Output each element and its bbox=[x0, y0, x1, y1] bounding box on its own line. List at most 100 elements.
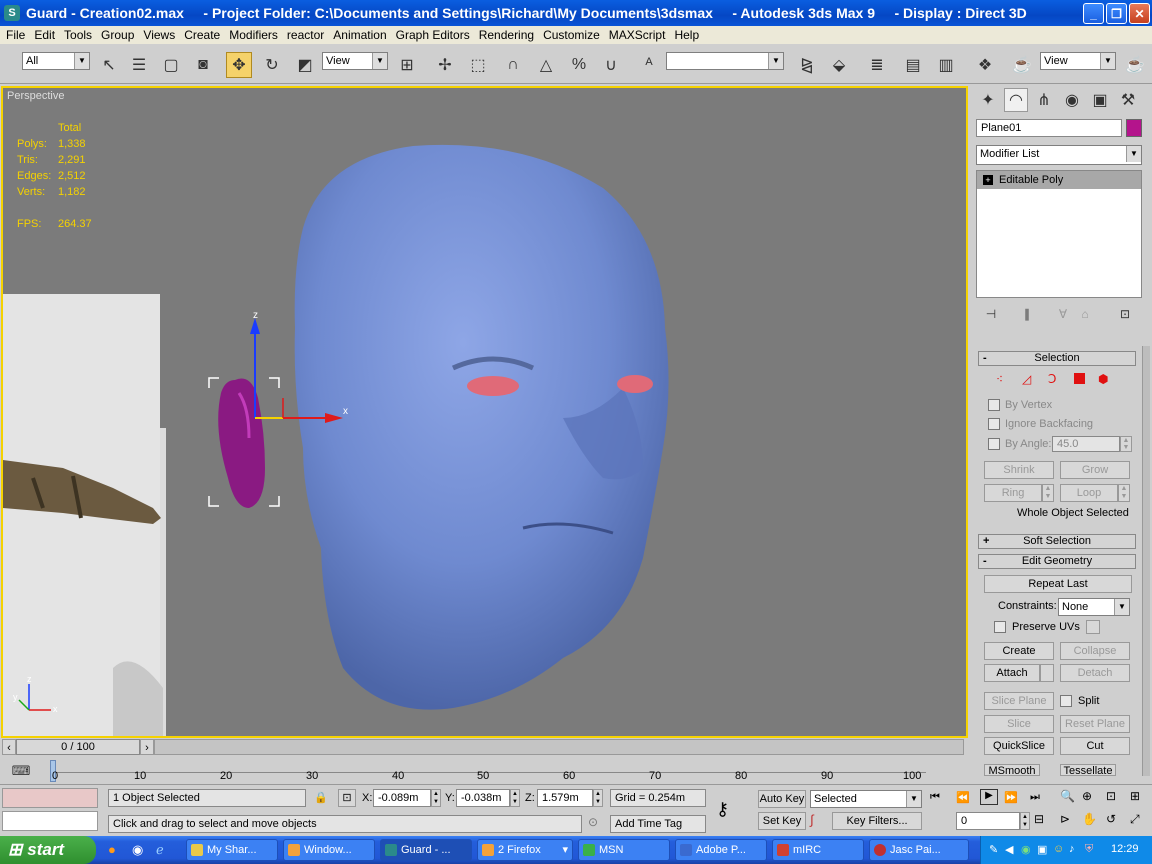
preserve-uvs-settings-button[interactable] bbox=[1086, 620, 1100, 634]
motion-tab-icon[interactable]: ◉ bbox=[1060, 88, 1084, 112]
auto-key-button[interactable]: Auto Key bbox=[758, 790, 806, 808]
pin-stack-icon[interactable]: ⊣ bbox=[980, 304, 1002, 324]
time-slider-thumb[interactable]: 0 / 100 bbox=[16, 739, 140, 755]
menu-animation[interactable]: Animation bbox=[333, 28, 386, 42]
maxscript-input-mini[interactable] bbox=[2, 811, 98, 831]
panel-scrollbar[interactable] bbox=[1142, 346, 1150, 776]
edit-geometry-rollout-header[interactable]: - Edit Geometry bbox=[978, 554, 1136, 569]
modify-tab-icon[interactable]: ◠ bbox=[1004, 88, 1028, 112]
menu-views[interactable]: Views bbox=[143, 28, 175, 42]
task-my-shared[interactable]: My Shar... bbox=[186, 839, 278, 861]
task-jasc-paint[interactable]: Jasc Pai... bbox=[869, 839, 969, 861]
absolute-mode-toggle-icon[interactable]: ⊡ bbox=[338, 789, 356, 807]
menu-edit[interactable]: Edit bbox=[34, 28, 55, 42]
menu-customize[interactable]: Customize bbox=[543, 28, 600, 42]
x-coord-field[interactable]: -0.089m bbox=[373, 789, 431, 807]
ring-spinner-arrows[interactable]: ▲ ▼ bbox=[1042, 484, 1054, 502]
reset-plane-button[interactable]: Reset Plane bbox=[1060, 715, 1130, 733]
select-and-scale-icon[interactable]: ◩ bbox=[292, 52, 318, 78]
zoom-icon[interactable]: 🔍 bbox=[1060, 789, 1075, 803]
edit-named-selection-icon[interactable]: ᴬ bbox=[636, 52, 662, 78]
lock-selection-icon[interactable]: 🔒 bbox=[314, 791, 328, 804]
tessellate-button[interactable]: Tessellate bbox=[1060, 764, 1116, 776]
zoom-extents-all-icon[interactable]: ⊞ bbox=[1130, 789, 1140, 803]
remove-modifier-icon[interactable]: ⌂ bbox=[1074, 304, 1096, 324]
split-checkbox[interactable] bbox=[1060, 695, 1072, 707]
maximize-viewport-icon[interactable]: ⤢ bbox=[1130, 812, 1140, 827]
maximize-button[interactable]: ❐ bbox=[1106, 3, 1127, 24]
spinner-snap-icon[interactable]: ∪ bbox=[598, 52, 624, 78]
y-spinner-arrows[interactable]: ▲ ▼ bbox=[510, 789, 520, 807]
selected-set-dropdown[interactable]: Selected ▼ bbox=[810, 790, 922, 808]
slice-plane-button[interactable]: Slice Plane bbox=[984, 692, 1054, 710]
ie-quicklaunch-icon[interactable]: ℯ bbox=[156, 842, 164, 858]
polygon-subobject-icon[interactable] bbox=[1074, 373, 1085, 384]
minimize-button[interactable]: _ bbox=[1083, 3, 1104, 24]
object-color-swatch[interactable] bbox=[1126, 119, 1142, 137]
collapse-button[interactable]: Collapse bbox=[1060, 642, 1130, 660]
tray-security-icon[interactable]: ⛨ bbox=[1085, 843, 1093, 856]
utilities-tab-icon[interactable]: ⚒ bbox=[1116, 88, 1140, 112]
reference-coordinate-dropdown[interactable]: View ▼ bbox=[322, 52, 388, 70]
select-object-icon[interactable]: ↖ bbox=[96, 52, 122, 78]
loop-spinner-arrows[interactable]: ▲ ▼ bbox=[1118, 484, 1130, 502]
z-coord-field[interactable]: 1.579m bbox=[537, 789, 593, 807]
task-windows[interactable]: Window... bbox=[283, 839, 375, 861]
perspective-viewport[interactable]: Perspective Total Polys: 1,338 Tris: 2,2… bbox=[1, 86, 968, 738]
expand-plus-icon[interactable]: + bbox=[983, 175, 993, 185]
tray-volume-icon[interactable]: ♪ bbox=[1069, 843, 1075, 855]
select-and-move-icon[interactable]: ✥ bbox=[226, 52, 252, 78]
render-scene-icon[interactable]: ☕ bbox=[1009, 52, 1035, 78]
menu-group[interactable]: Group bbox=[101, 28, 134, 42]
reference-plane[interactable] bbox=[3, 294, 166, 736]
task-adobe[interactable]: Adobe P... bbox=[675, 839, 767, 861]
select-manipulate-icon[interactable]: ✢ bbox=[432, 52, 458, 78]
element-subobject-icon[interactable]: ⬢ bbox=[1098, 372, 1108, 386]
snap-toggle-icon[interactable]: ∩ bbox=[500, 52, 526, 78]
named-selection-dropdown[interactable]: ▼ bbox=[666, 52, 784, 70]
x-spinner-arrows[interactable]: ▲ ▼ bbox=[431, 789, 441, 807]
configure-modifier-icon[interactable]: ⊡ bbox=[1114, 304, 1136, 324]
zoom-all-icon[interactable]: ⊕ bbox=[1082, 789, 1092, 803]
attach-button[interactable]: Attach bbox=[984, 664, 1040, 682]
task-msn[interactable]: MSN bbox=[578, 839, 670, 861]
select-by-name-icon[interactable]: ☰ bbox=[126, 52, 152, 78]
z-spinner-arrows[interactable]: ▲ ▼ bbox=[593, 789, 603, 807]
maxscript-listener-mini[interactable] bbox=[2, 788, 98, 808]
go-to-start-icon[interactable]: ⏮ bbox=[930, 791, 940, 804]
tray-arrow-icon[interactable]: ◀ bbox=[1005, 843, 1013, 856]
by-angle-spinner[interactable]: 45.0 bbox=[1052, 436, 1120, 452]
menu-help[interactable]: Help bbox=[674, 28, 699, 42]
pivot-center-icon[interactable]: ⊞ bbox=[394, 52, 420, 78]
border-subobject-icon[interactable]: Ↄ bbox=[1048, 372, 1056, 386]
vertex-subobject-icon[interactable]: ⁖ bbox=[996, 372, 1003, 386]
set-key-button[interactable]: Set Key bbox=[758, 812, 806, 830]
y-coord-field[interactable]: -0.038m bbox=[456, 789, 510, 807]
material-editor-icon[interactable]: ❖ bbox=[972, 52, 998, 78]
time-tag-icon[interactable]: ⊙ bbox=[588, 815, 598, 829]
task-guard-3dsmax[interactable]: Guard - ... bbox=[380, 839, 472, 861]
angle-snap-icon[interactable]: △ bbox=[533, 52, 559, 78]
mirror-icon[interactable]: ⧎ bbox=[794, 52, 820, 78]
constraints-dropdown[interactable]: None ▼ bbox=[1058, 598, 1130, 616]
create-tab-icon[interactable]: ✦ bbox=[976, 88, 1000, 112]
task-mirc[interactable]: mIRC bbox=[772, 839, 864, 861]
grow-button[interactable]: Grow bbox=[1060, 461, 1130, 479]
show-end-result-icon[interactable]: ∥ bbox=[1016, 304, 1038, 324]
default-in-out-tangent-icon[interactable]: ∫ bbox=[810, 812, 814, 827]
head-mesh[interactable] bbox=[294, 144, 669, 710]
add-time-tag-button[interactable]: Add Time Tag bbox=[610, 815, 706, 833]
time-configuration-icon[interactable]: ⊟ bbox=[1034, 812, 1044, 826]
menu-create[interactable]: Create bbox=[184, 28, 220, 42]
close-button[interactable]: ✕ bbox=[1129, 3, 1150, 24]
rectangular-selection-icon[interactable]: ▢ bbox=[158, 52, 184, 78]
cut-button[interactable]: Cut bbox=[1060, 737, 1130, 755]
field-of-view-icon[interactable]: ⊳ bbox=[1060, 812, 1070, 826]
detach-button[interactable]: Detach bbox=[1060, 664, 1130, 682]
menu-tools[interactable]: Tools bbox=[64, 28, 92, 42]
ignore-backfacing-checkbox[interactable] bbox=[988, 418, 1000, 430]
set-keys-key-icon[interactable]: ⚷ bbox=[716, 799, 729, 820]
ring-button[interactable]: Ring bbox=[984, 484, 1042, 502]
menu-modifiers[interactable]: Modifiers bbox=[229, 28, 278, 42]
frame-spinner-arrows[interactable]: ▲ ▼ bbox=[1020, 812, 1030, 830]
